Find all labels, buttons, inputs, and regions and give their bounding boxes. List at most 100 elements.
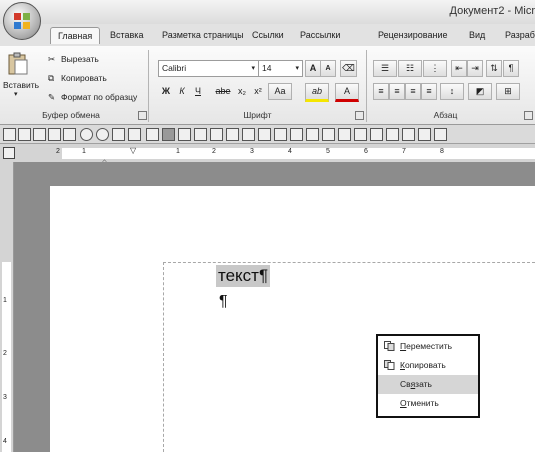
thumbnails-icon[interactable] [338,128,351,141]
font-launcher-icon[interactable] [355,111,364,120]
align-center-icon[interactable]: ≡ [389,83,405,100]
pilcrow-toggle-icon[interactable] [162,128,175,141]
multilevel-list-icon[interactable]: ⋮ [423,60,447,77]
new-document-icon[interactable] [3,128,16,141]
comment-icon[interactable] [386,128,399,141]
ribbon: Вставить ▾ ✂ Вырезать ⧉ Копировать ✎ Фор… [0,46,535,125]
paste-label[interactable]: Вставить [3,80,39,90]
menu-item-move[interactable]: Переместить [378,337,478,356]
paragraph-mark[interactable]: ¶ [219,293,228,311]
tab-page-layout[interactable]: Разметка страницы [162,30,244,40]
highlight-button[interactable]: ab [305,83,329,102]
print-icon[interactable] [48,128,61,141]
columns-icon[interactable] [210,128,223,141]
font-icon[interactable] [178,128,191,141]
show-hide-icon[interactable] [146,128,159,141]
vertical-ruler-text-area: 1 2 3 4 [2,262,11,452]
copy-icon [384,360,395,370]
table-icon[interactable] [354,128,367,141]
menu-item-link[interactable]: Связать [378,375,478,394]
paragraph-launcher-icon[interactable] [524,111,533,120]
insert-table-icon[interactable] [194,128,207,141]
tab-insert[interactable]: Вставка [110,30,143,40]
tab-developer[interactable]: Разраб [505,30,535,40]
sort-icon[interactable]: ⇅ [486,60,502,77]
office-button[interactable] [3,2,41,40]
change-case-button[interactable]: Aa [268,83,292,100]
tab-home[interactable]: Главная [50,27,101,44]
menu-item-label: Связать [400,379,432,389]
redo-icon[interactable] [96,128,109,141]
menu-item-copy[interactable]: Копировать [378,356,478,375]
shrink-font-button[interactable]: A [320,60,336,77]
paste-dropdown-icon[interactable]: ▾ [14,90,18,98]
strikethrough-button[interactable]: abe [212,83,234,100]
close-icon[interactable] [274,128,287,141]
borders-icon[interactable]: ⊞ [496,83,520,100]
grid-icon[interactable] [370,128,383,141]
clear-format-icon[interactable]: ⌫ [340,60,357,77]
toolbar-row [0,125,535,144]
ruler-mark: 2 [3,350,7,357]
bullets-icon[interactable]: ☰ [373,60,397,77]
ruler-mark: 4 [3,438,7,445]
font-size-input[interactable]: 14 ▾ [258,60,303,77]
tab-view[interactable]: Вид [469,30,485,40]
subscript-button[interactable]: x₂ [234,83,250,100]
document-map-icon[interactable] [322,128,335,141]
italic-button[interactable]: К [174,83,190,100]
align-right-icon[interactable]: ≡ [405,83,421,100]
format-painter-label: Формат по образцу [61,92,138,102]
preview-icon[interactable] [63,128,76,141]
move-icon [384,341,395,351]
print-preview-icon[interactable] [112,128,125,141]
chevron-down-icon[interactable]: ▾ [251,61,255,76]
open-icon[interactable] [33,128,46,141]
menu-item-label: Переместить [400,341,453,351]
chevron-down-icon[interactable]: ▾ [295,61,299,76]
tab-mailings[interactable]: Рассылки [300,30,340,40]
numbering-icon[interactable]: ☷ [398,60,422,77]
chart-icon[interactable] [242,128,255,141]
symbol-icon[interactable] [418,128,431,141]
decrease-indent-icon[interactable]: ⇤ [451,60,467,77]
pilcrow-icon[interactable]: ¶ [503,60,519,77]
case-icon[interactable] [402,128,415,141]
ruler-mark: 2 [212,148,216,155]
underline-button[interactable]: Ч [190,83,206,100]
bold-icon[interactable] [306,128,319,141]
bold-button[interactable]: Ж [158,83,174,100]
brush-icon: ✎ [48,92,56,102]
ruler-mark: 5 [326,148,330,155]
picture-icon[interactable] [258,128,271,141]
shapes-icon[interactable] [226,128,239,141]
clipboard-launcher-icon[interactable] [138,111,147,120]
increase-indent-icon[interactable]: ⇥ [467,60,483,77]
spelling-icon[interactable] [128,128,141,141]
zoom-icon[interactable] [290,128,303,141]
ruler-mark: 1 [176,148,180,155]
tab-selector-icon[interactable] [3,147,15,159]
ruler-mark: 2 [56,148,60,155]
font-color-button[interactable]: A [335,83,359,102]
align-left-icon[interactable]: ≡ [373,83,389,100]
ruler-mark: 7 [402,148,406,155]
save-icon[interactable] [18,128,31,141]
tab-review[interactable]: Рецензирование [378,30,448,40]
more-icon[interactable] [434,128,447,141]
justify-icon[interactable]: ≡ [421,83,437,100]
font-name-input[interactable]: Calibri ▾ [158,60,259,77]
shading-icon[interactable]: ◩ [468,83,492,100]
tab-references[interactable]: Ссылки [252,30,284,40]
superscript-button[interactable]: x² [250,83,266,100]
line-spacing-icon[interactable]: ↕ [440,83,464,100]
font-size-value: 14 [262,63,272,73]
undo-icon[interactable] [80,128,93,141]
ruler-mark: 4 [288,148,292,155]
margin-guide [163,262,164,452]
menu-item-cancel[interactable]: Отменить [378,394,478,413]
selected-text[interactable]: текст¶ [216,265,271,287]
paste-icon [8,52,28,75]
grow-font-button[interactable]: A [305,60,321,77]
first-line-indent-icon[interactable]: ▽ [130,146,136,155]
